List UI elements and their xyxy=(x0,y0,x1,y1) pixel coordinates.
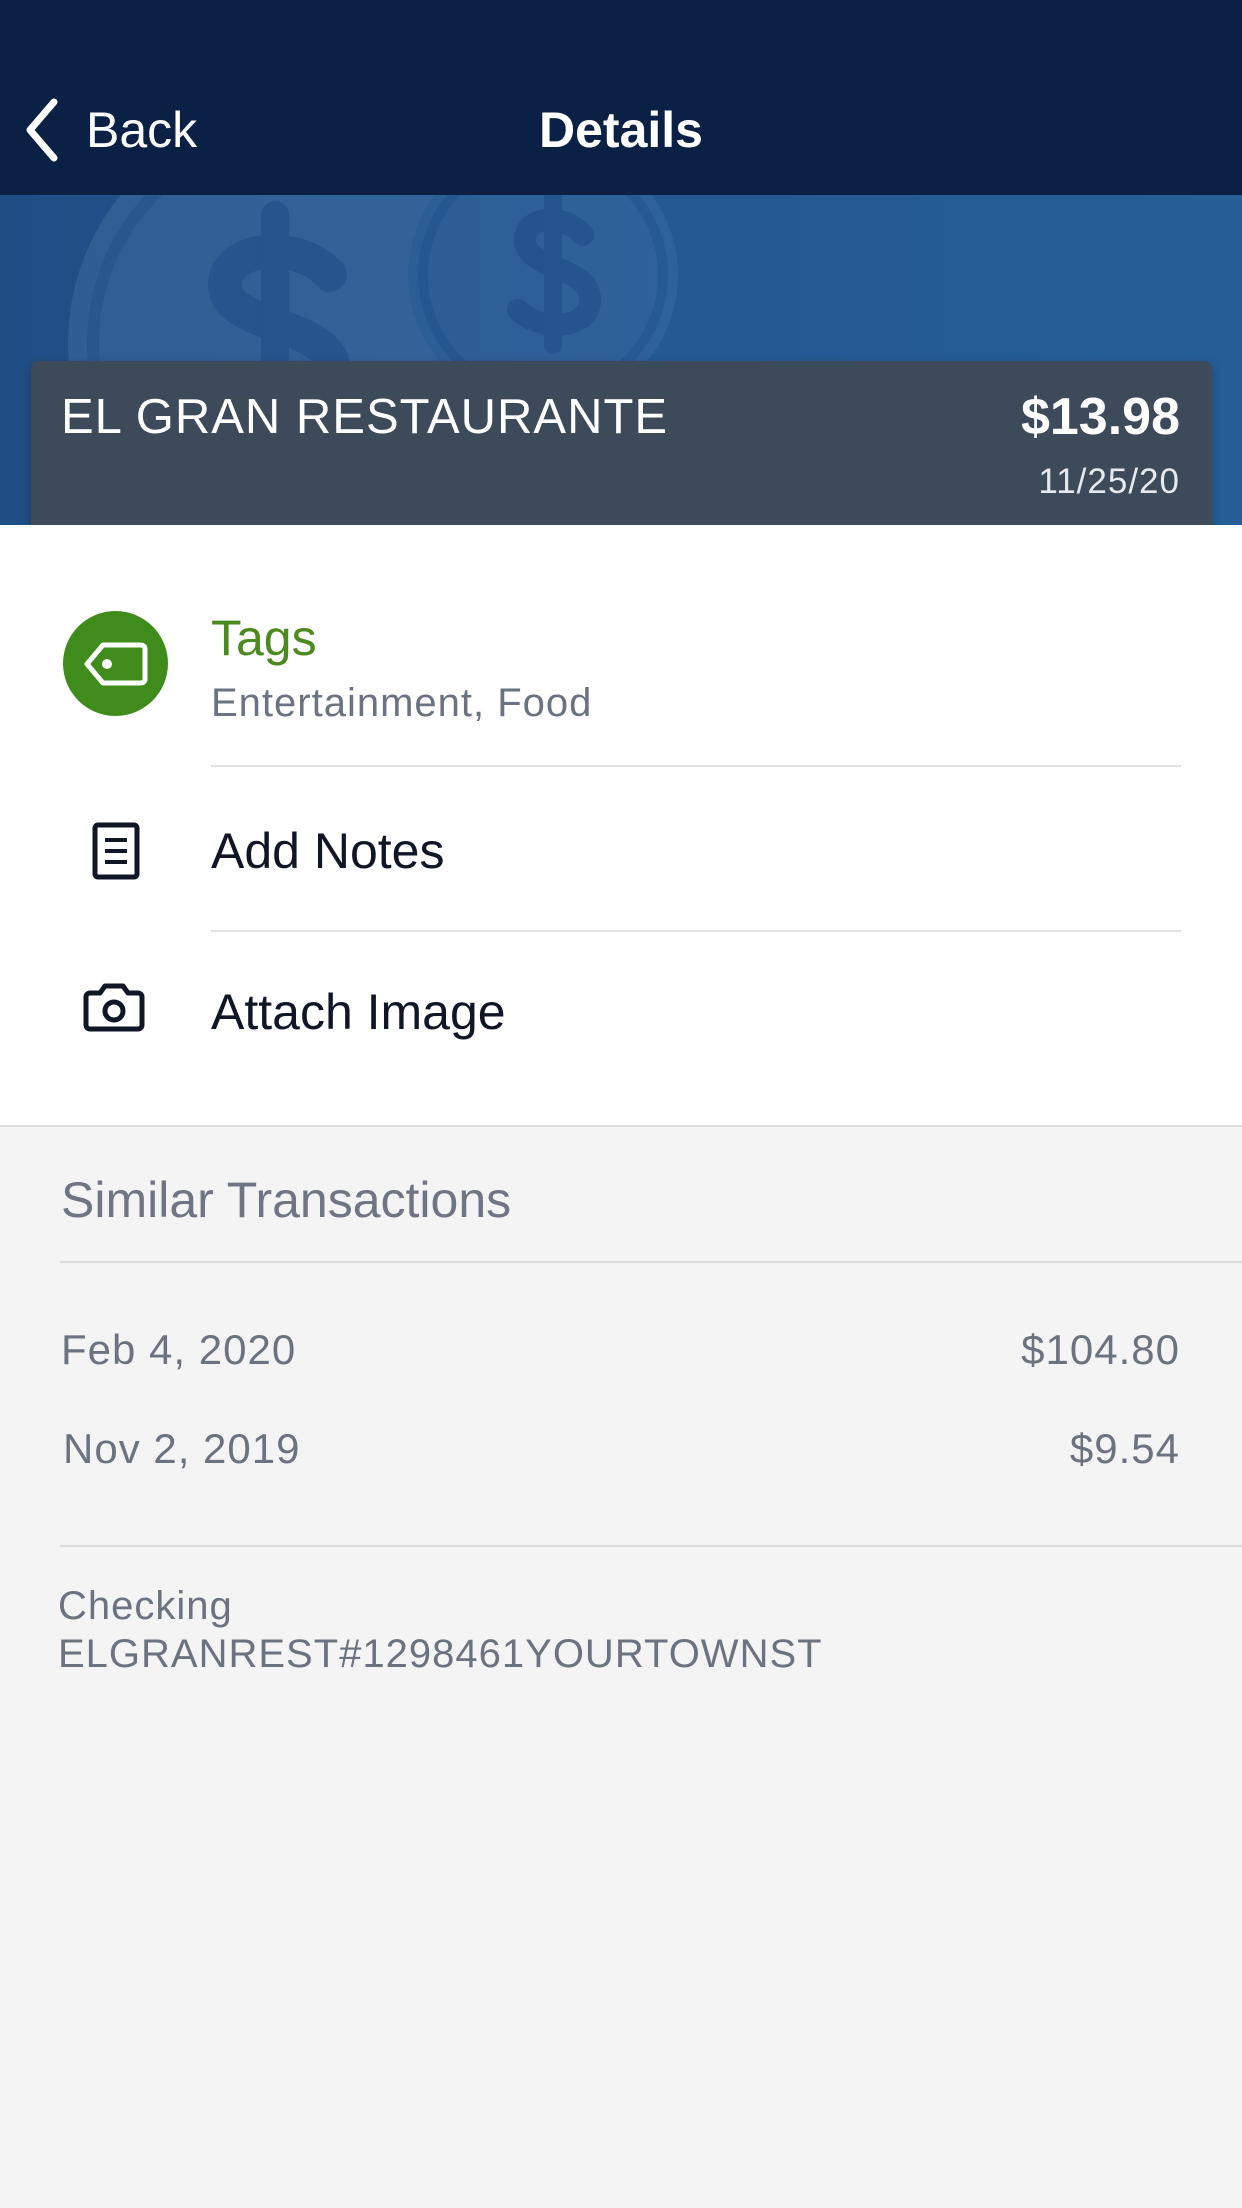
document-icon xyxy=(92,822,140,880)
add-notes-row[interactable]: Add Notes xyxy=(0,767,1242,931)
transaction-date: 11/25/20 xyxy=(1038,462,1180,501)
similar-transaction-row[interactable]: Nov 2, 2019 $9.54 xyxy=(0,1425,1242,1481)
attach-image-row[interactable]: Attach Image xyxy=(0,932,1242,1122)
page-title: Details xyxy=(539,102,703,158)
similar-transaction-amount: $9.54 xyxy=(1069,1425,1180,1472)
attach-image-label: Attach Image xyxy=(211,984,506,1040)
similar-transaction-row[interactable]: Feb 4, 2020 $104.80 xyxy=(0,1326,1242,1382)
transaction-summary-card: EL GRAN RESTAURANTE $13.98 11/25/20 xyxy=(31,361,1212,539)
transaction-details: Checking ELGRANREST#1298461YOURTOWNST xyxy=(58,1582,823,1678)
similar-transaction-amount: $104.80 xyxy=(1021,1326,1180,1373)
navigation-bar: Back Details xyxy=(0,0,1242,195)
divider xyxy=(60,1261,1242,1263)
camera-icon xyxy=(83,983,145,1032)
divider xyxy=(60,1545,1242,1547)
tag-icon xyxy=(84,642,147,685)
tags-label: Tags xyxy=(211,610,317,666)
transaction-actions: Tags Entertainment, Food Add Notes Attac… xyxy=(0,525,1242,1127)
similar-transaction-date: Feb 4, 2020 xyxy=(61,1326,297,1373)
similar-transaction-date: Nov 2, 2019 xyxy=(63,1425,301,1472)
merchant-name: EL GRAN RESTAURANTE xyxy=(61,390,669,444)
account-name: Checking xyxy=(58,1584,233,1628)
tags-value: Entertainment, Food xyxy=(211,681,593,725)
transaction-description: ELGRANREST#1298461YOURTOWNST xyxy=(58,1632,823,1676)
add-notes-label: Add Notes xyxy=(211,823,445,879)
tags-badge xyxy=(63,611,168,716)
tags-row[interactable]: Tags Entertainment, Food xyxy=(0,525,1242,765)
similar-transactions-heading: Similar Transactions xyxy=(61,1172,512,1228)
transaction-amount: $13.98 xyxy=(1020,388,1180,446)
